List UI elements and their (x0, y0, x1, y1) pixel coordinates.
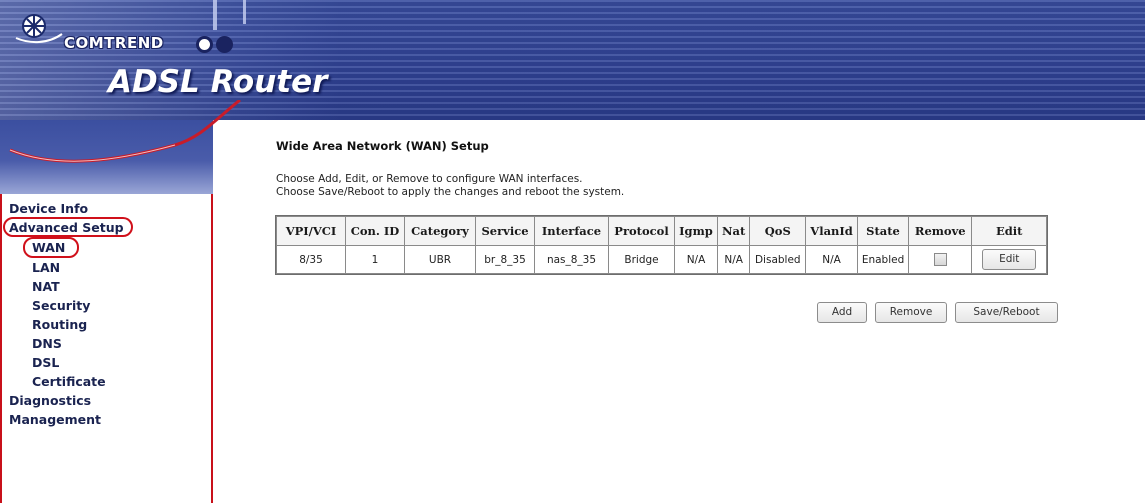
cell-remove (908, 245, 973, 274)
brand-logo-icon (15, 14, 63, 44)
brand-dot (196, 36, 213, 53)
edit-button[interactable]: Edit (982, 249, 1037, 270)
sidebar-item-nat[interactable]: NAT (32, 279, 60, 294)
cell-qos: Disabled (749, 245, 807, 274)
page-title: Wide Area Network (WAN) Setup (276, 139, 489, 153)
cell-interface: nas_8_35 (534, 245, 609, 274)
column-header: Category (404, 216, 476, 246)
sidebar-item-security[interactable]: Security (32, 298, 90, 313)
sidebar-item-device-info[interactable]: Device Info (9, 201, 88, 216)
cell-vpi-vci: 8/35 (276, 245, 346, 274)
column-header: State (856, 216, 910, 246)
cell-protocol: Bridge (608, 245, 675, 274)
cell-edit: Edit (971, 245, 1048, 274)
sidebar: Device Info Advanced Setup WAN LAN NAT S… (0, 194, 213, 503)
column-header: VPI/VCI (276, 216, 346, 246)
highlight-circle-wan (23, 237, 79, 258)
save-reboot-button[interactable]: Save/Reboot (955, 302, 1058, 323)
product-title: ADSL Router (108, 64, 328, 100)
table-header-row: VPI/VCI Con. ID Category Service Interfa… (276, 216, 1048, 246)
column-header: Interface (534, 216, 609, 246)
wan-interfaces-table: VPI/VCI Con. ID Category Service Interfa… (274, 215, 1049, 275)
highlight-circle-advanced-setup (3, 217, 133, 237)
cell-category: UBR (404, 245, 476, 274)
cell-service: br_8_35 (475, 245, 535, 274)
sidebar-item-management[interactable]: Management (9, 412, 101, 427)
column-header: Remove (908, 216, 973, 246)
table-row: 8/35 1 UBR br_8_35 nas_8_35 Bridge N/A N… (276, 245, 1048, 274)
column-header: Nat (716, 216, 751, 246)
column-header: Edit (971, 216, 1048, 246)
sidebar-item-dsl[interactable]: DSL (32, 355, 59, 370)
brand-dot (216, 36, 233, 53)
logo-block: COMTREND ADSL Router (0, 0, 340, 200)
sidebar-item-lan[interactable]: LAN (32, 260, 60, 275)
column-header: Service (475, 216, 535, 246)
column-header: Con. ID (345, 216, 405, 246)
cell-nat: N/A (716, 245, 751, 274)
brand-name: COMTREND (64, 34, 164, 52)
page-description: Choose Add, Edit, or Remove to configure… (276, 173, 583, 185)
page-description: Choose Save/Reboot to apply the changes … (276, 186, 625, 198)
cell-con-id: 1 (345, 245, 405, 274)
cell-state: Enabled (856, 245, 910, 274)
column-header: QoS (749, 216, 807, 246)
sidebar-item-routing[interactable]: Routing (32, 317, 87, 332)
add-button[interactable]: Add (817, 302, 867, 323)
remove-button[interactable]: Remove (875, 302, 947, 323)
column-header: VlanId (805, 216, 858, 246)
sidebar-item-dns[interactable]: DNS (32, 336, 62, 351)
sidebar-item-diagnostics[interactable]: Diagnostics (9, 393, 91, 408)
cell-vlanid: N/A (805, 245, 858, 274)
brand-dots (196, 36, 236, 57)
column-header: Protocol (608, 216, 675, 246)
cell-igmp: N/A (674, 245, 718, 274)
sidebar-item-certificate[interactable]: Certificate (32, 374, 106, 389)
remove-checkbox[interactable] (933, 253, 947, 266)
column-header: Igmp (674, 216, 718, 246)
